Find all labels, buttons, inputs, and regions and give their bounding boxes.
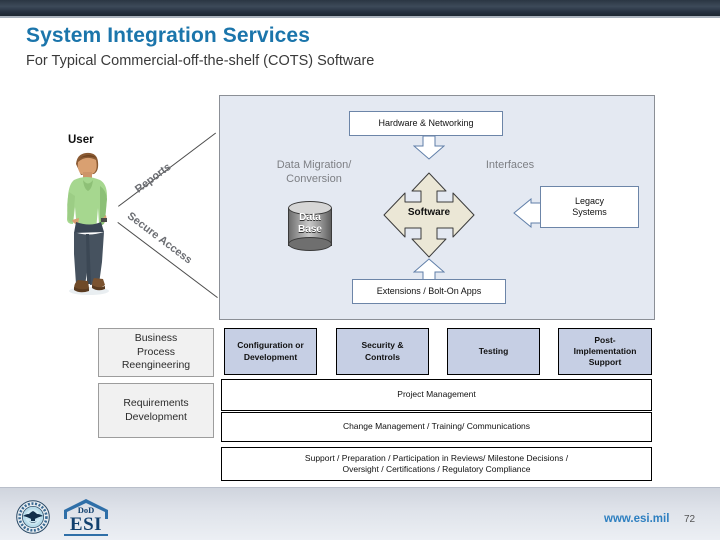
cell-project-management[interactable]: Project Management <box>221 379 652 411</box>
support-line1: Support / Preparation / Participation in… <box>304 452 569 463</box>
database-label-line2: Base <box>298 223 322 235</box>
interfaces-label: Interfaces <box>485 159 535 171</box>
user-figure-icon <box>56 148 116 296</box>
esi-logo-underline <box>64 534 108 536</box>
cell-business-process-reengineering[interactable]: Business Process Reengineering <box>98 328 214 377</box>
postimpl-line3: Support <box>588 357 622 368</box>
box-legacy-systems[interactable]: Legacy Systems <box>540 186 639 228</box>
cell-testing[interactable]: Testing <box>447 328 540 375</box>
database-label-line1: Data <box>299 212 321 223</box>
box-extensions-bolt-on-apps[interactable]: Extensions / Bolt-On Apps <box>352 279 506 304</box>
page-subtitle: For Typical Commercial-off-the-shelf (CO… <box>26 53 375 69</box>
reports-label: Reports <box>133 160 174 196</box>
database-cylinder-icon[interactable]: Data Base <box>288 200 332 252</box>
page-title: System Integration Services <box>26 24 310 47</box>
secure-access-connector-line <box>117 222 218 299</box>
reqdev-line2: Development <box>125 410 187 423</box>
cell-post-implementation-support[interactable]: Post- Implementation Support <box>558 328 652 375</box>
bpr-line3: Reengineering <box>121 359 191 372</box>
cell-change-management[interactable]: Change Management / Training/ Communicat… <box>221 412 652 442</box>
page-number: 72 <box>684 514 696 525</box>
dod-esi-logo: DoD ESI <box>56 498 116 536</box>
database-bottom <box>288 237 332 251</box>
secure-access-label: Secure Access <box>124 210 195 267</box>
connector-left-legacy <box>513 198 543 228</box>
security-line2: Controls <box>365 351 400 362</box>
testing-line1: Testing <box>478 345 509 356</box>
website-link[interactable]: www.esi.mil <box>604 513 669 525</box>
config-line2: Development <box>243 351 298 362</box>
legacy-systems-line2: Systems <box>572 207 607 217</box>
config-line1: Configuration or <box>237 340 304 351</box>
software-label: Software <box>407 207 451 218</box>
box-hardware-networking[interactable]: Hardware & Networking <box>349 111 503 136</box>
reqdev-line1: Requirements <box>123 396 189 409</box>
top-bar <box>0 0 720 16</box>
cell-support-oversight[interactable]: Support / Preparation / Participation in… <box>221 447 652 481</box>
top-bar-edge <box>0 16 720 18</box>
esi-logo-esi-text: ESI <box>69 514 103 535</box>
footer-divider <box>0 487 720 488</box>
cell-configuration-or-development[interactable]: Configuration or Development <box>224 328 317 375</box>
projmgmt-line1: Project Management <box>397 389 476 400</box>
legacy-systems-line1: Legacy <box>574 195 605 206</box>
software-four-way-arrow[interactable]: Software <box>382 172 476 258</box>
security-line1: Security & <box>361 340 404 351</box>
data-migration-label-line1: Data Migration/ <box>276 159 352 171</box>
database-label: Data Base <box>288 212 332 235</box>
bpr-line2: Process <box>137 345 175 358</box>
changemgmt-line1: Change Management / Training/ Communicat… <box>342 421 531 432</box>
user-label: User <box>68 134 94 146</box>
connector-down-top <box>413 136 445 160</box>
bpr-line1: Business <box>134 332 178 345</box>
postimpl-line1: Post- <box>594 334 616 345</box>
postimpl-line2: Implementation <box>573 345 637 356</box>
dod-seal-icon <box>16 500 50 534</box>
slide-canvas: System Integration Services For Typical … <box>0 0 720 540</box>
cell-security-and-controls[interactable]: Security & Controls <box>336 328 429 375</box>
support-line2: Oversight / Certifications / Regulatory … <box>342 464 531 474</box>
cell-requirements-development[interactable]: Requirements Development <box>98 383 214 438</box>
data-migration-label-line2: Conversion <box>286 173 342 186</box>
data-migration-label: Data Migration/ Conversion <box>249 158 379 187</box>
